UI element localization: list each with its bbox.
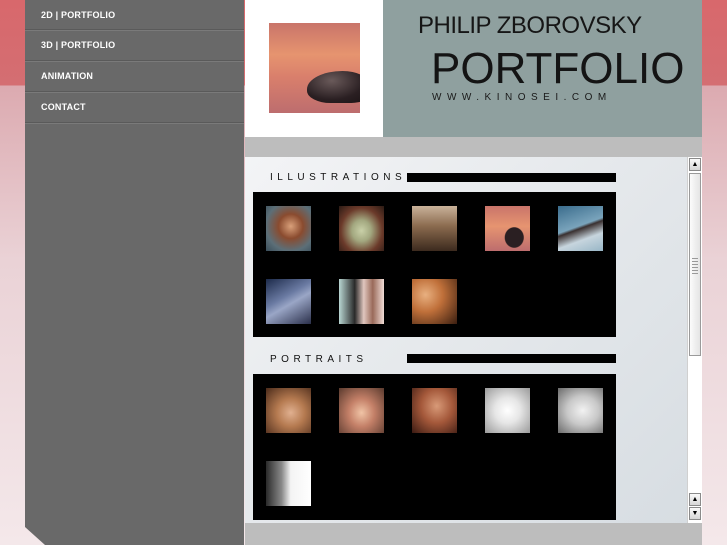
sidebar-nav: 2D | PORTFOLIO 3D | PORTFOLIO ANIMATION … — [25, 0, 244, 545]
nav-list: 2D | PORTFOLIO 3D | PORTFOLIO ANIMATION … — [25, 0, 244, 123]
thumbnail-portrait[interactable] — [266, 461, 311, 506]
nav-item-3d-portfolio[interactable]: 3D | PORTFOLIO — [25, 30, 244, 61]
illustrations-grid — [253, 192, 616, 337]
thumbnail-illustration[interactable] — [412, 279, 457, 324]
section-header-portraits: PORTRAITS — [270, 353, 368, 365]
thumbnail-portrait[interactable] — [339, 388, 384, 433]
nav-item-label: ANIMATION — [41, 71, 94, 81]
thumbnail-portrait[interactable] — [558, 388, 603, 433]
thumbnail-illustration[interactable] — [266, 279, 311, 324]
page-title: PORTFOLIO — [431, 44, 685, 93]
content-top-bar — [245, 137, 702, 157]
thumbnail-illustration[interactable] — [558, 206, 603, 251]
artist-name: PHILIP ZBOROVSKY — [418, 12, 642, 39]
header: PHILIP ZBOROVSKY PORTFOLIO WWW.KINOSEI.C… — [245, 0, 702, 137]
gallery-scrollbar[interactable]: ▲ ▲ ▼ — [687, 157, 702, 523]
section-divider — [407, 354, 616, 363]
nav-item-animation[interactable]: ANIMATION — [25, 61, 244, 92]
gallery-content: ILLUSTRATIONS PORTRAITS — [245, 157, 687, 523]
scrollbar-thumb[interactable] — [689, 173, 701, 356]
scrollbar-grip-icon — [692, 258, 698, 274]
header-photo-rock — [307, 71, 360, 103]
portraits-grid — [253, 374, 616, 520]
thumbnail-illustration[interactable] — [339, 206, 384, 251]
scroll-down-arrow-icon[interactable]: ▼ — [689, 507, 701, 520]
nav-item-label: 2D | PORTFOLIO — [41, 9, 116, 20]
section-title: ILLUSTRATIONS — [270, 171, 407, 183]
header-photo — [269, 23, 360, 113]
scroll-up-arrow-icon[interactable]: ▲ — [689, 158, 701, 171]
scroll-up-arrow-icon[interactable]: ▲ — [689, 493, 701, 506]
thumbnail-portrait[interactable] — [266, 388, 311, 433]
content-bottom-bar — [245, 523, 702, 545]
thumbnail-portrait[interactable] — [412, 388, 457, 433]
section-title: PORTRAITS — [270, 353, 368, 365]
thumbnail-illustration[interactable] — [485, 206, 530, 251]
nav-item-2d-portfolio[interactable]: 2D | PORTFOLIO — [25, 0, 244, 30]
site-url: WWW.KINOSEI.COM — [432, 92, 612, 103]
header-banner: PHILIP ZBOROVSKY PORTFOLIO WWW.KINOSEI.C… — [383, 0, 702, 137]
thumbnail-portrait[interactable] — [485, 388, 530, 433]
section-divider — [407, 173, 616, 182]
nav-item-label: CONTACT — [41, 102, 86, 112]
thumbnail-illustration[interactable] — [266, 206, 311, 251]
nav-item-label: 3D | PORTFOLIO — [41, 40, 116, 50]
thumbnail-illustration[interactable] — [339, 279, 384, 324]
nav-item-contact[interactable]: CONTACT — [25, 92, 244, 123]
section-header-illustrations: ILLUSTRATIONS — [270, 171, 406, 183]
thumbnail-illustration[interactable] — [412, 206, 457, 251]
